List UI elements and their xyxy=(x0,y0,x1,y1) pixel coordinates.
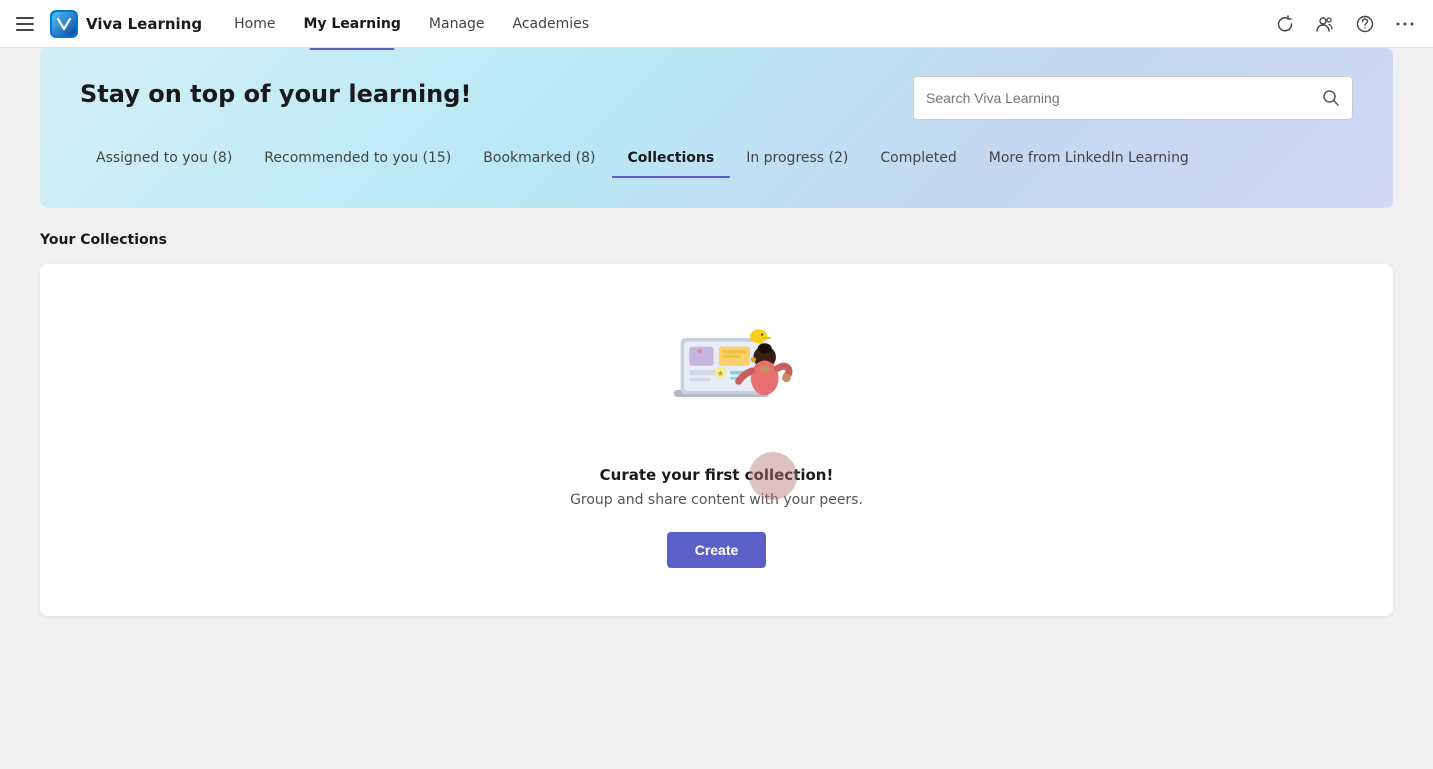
nav-my-learning[interactable]: My Learning xyxy=(291,12,412,36)
tab-linkedin[interactable]: More from LinkedIn Learning xyxy=(973,140,1205,178)
tab-bookmarked[interactable]: Bookmarked (8) xyxy=(467,140,611,178)
tab-collections[interactable]: Collections xyxy=(612,140,731,178)
search-button[interactable] xyxy=(1322,89,1340,107)
search-icon xyxy=(1322,89,1340,107)
empty-state-subtitle: Group and share content with your peers. xyxy=(570,492,863,508)
app-logo: Viva Learning xyxy=(50,10,202,38)
main-content: Stay on top of your learning! Assigned t… xyxy=(0,48,1433,656)
top-navigation: Viva Learning Home My Learning Manage Ac… xyxy=(0,0,1433,48)
tab-recommended[interactable]: Recommended to you (15) xyxy=(248,140,467,178)
nav-home[interactable]: Home xyxy=(222,12,287,36)
nav-manage[interactable]: Manage xyxy=(417,12,497,36)
nav-right-icons xyxy=(1269,8,1421,40)
nav-academies[interactable]: Academies xyxy=(501,12,602,36)
hero-banner: Stay on top of your learning! Assigned t… xyxy=(40,48,1393,208)
nav-links: Home My Learning Manage Academies xyxy=(222,12,1269,36)
more-options-button[interactable] xyxy=(1389,8,1421,40)
collections-empty-card: ★ xyxy=(40,264,1393,616)
create-button[interactable]: Create xyxy=(667,532,767,568)
your-collections-section: Your Collections xyxy=(40,232,1393,616)
tab-in-progress[interactable]: In progress (2) xyxy=(730,140,864,178)
svg-text:★: ★ xyxy=(717,369,724,378)
empty-state-title: Curate your first collection! xyxy=(600,466,834,484)
help-icon xyxy=(1356,15,1374,33)
refresh-button[interactable] xyxy=(1269,8,1301,40)
more-icon xyxy=(1396,22,1414,26)
help-button[interactable] xyxy=(1349,8,1381,40)
app-name: Viva Learning xyxy=(86,15,202,33)
search-bar xyxy=(913,76,1353,120)
refresh-icon xyxy=(1276,15,1294,33)
tab-assigned[interactable]: Assigned to you (8) xyxy=(80,140,248,178)
hero-title: Stay on top of your learning! xyxy=(80,80,580,108)
share-people-button[interactable] xyxy=(1309,8,1341,40)
tabs-container: Assigned to you (8) Recommended to you (… xyxy=(80,136,1353,178)
hamburger-menu[interactable] xyxy=(12,13,38,35)
tab-completed[interactable]: Completed xyxy=(864,140,972,178)
viva-learning-logo-icon xyxy=(50,10,78,38)
search-input[interactable] xyxy=(926,90,1322,106)
people-icon xyxy=(1316,15,1334,33)
collections-illustration: ★ xyxy=(627,312,807,442)
section-title: Your Collections xyxy=(40,232,1393,248)
